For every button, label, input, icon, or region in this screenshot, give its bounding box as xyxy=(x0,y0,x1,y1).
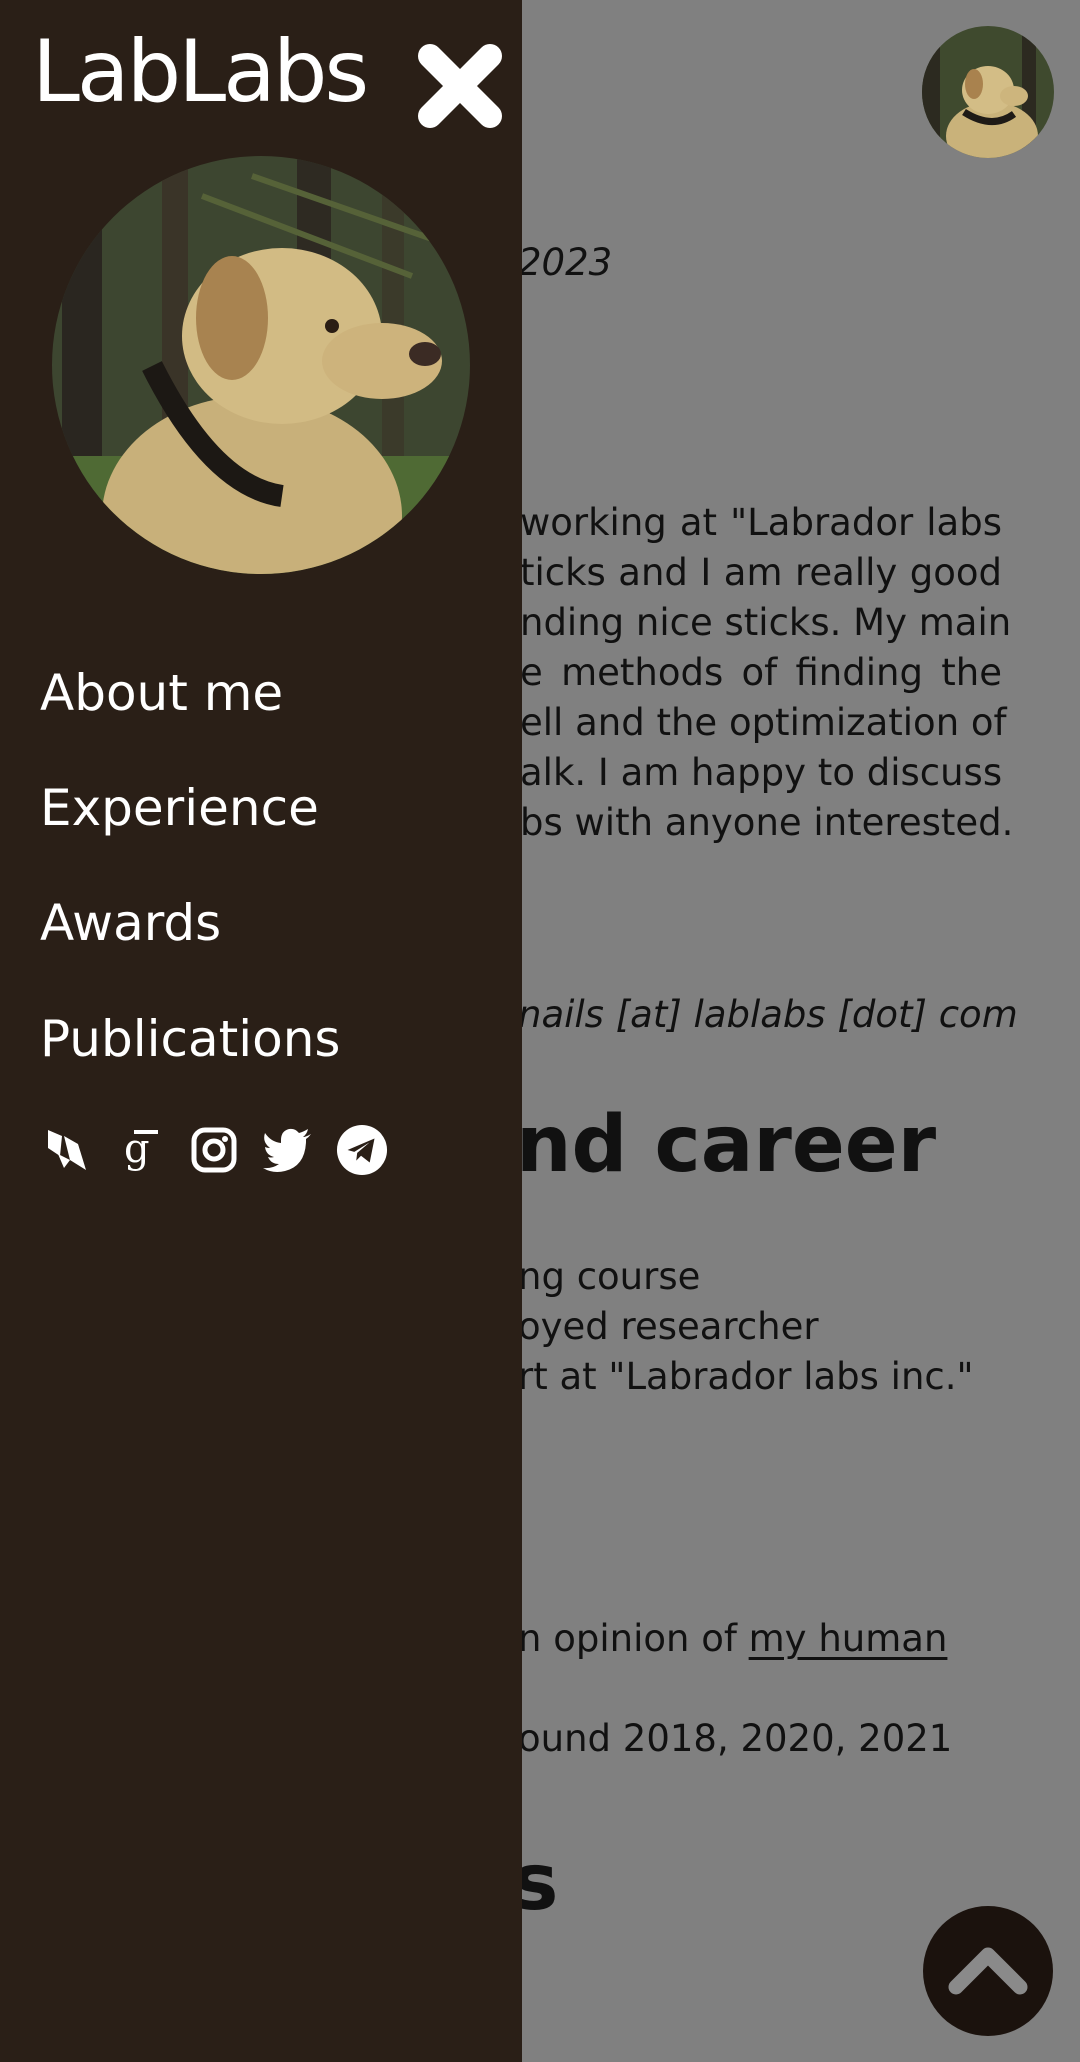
bio-line: bs with anyone interested. xyxy=(520,801,1014,844)
bio-paragraph: working at "Labrador labs ticks and I am… xyxy=(520,498,1014,848)
twitter-icon[interactable] xyxy=(262,1124,314,1176)
close-icon xyxy=(418,44,502,128)
award-line: n opinion of my human xyxy=(518,1614,947,1664)
my-human-link[interactable]: my human xyxy=(749,1617,948,1660)
close-button[interactable] xyxy=(412,38,508,134)
career-item: rt at "Labrador labs inc." xyxy=(518,1355,974,1398)
scroll-to-top-button[interactable] xyxy=(923,1906,1053,2036)
researchgate-icon[interactable] xyxy=(40,1124,92,1176)
header-avatar[interactable] xyxy=(922,26,1054,158)
bio-line: working at "Labrador labs xyxy=(520,501,1002,544)
bio-line: e methods of finding the xyxy=(520,651,1002,694)
career-item: oyed researcher xyxy=(518,1305,819,1348)
telegram-icon[interactable] xyxy=(336,1124,388,1176)
nav-experience[interactable]: Experience xyxy=(40,779,319,837)
career-item: ng course xyxy=(518,1255,701,1298)
site-logo[interactable]: LabLabs xyxy=(32,22,369,122)
chevron-up-icon xyxy=(948,1947,1028,1995)
nav-about-me[interactable]: About me xyxy=(40,664,283,722)
bio-line: alk. I am happy to discuss xyxy=(520,751,1003,794)
bio-line: nding nice sticks. My main xyxy=(520,601,1012,644)
email-text: nails [at] lablabs [dot] com xyxy=(518,993,1018,1036)
nav-drawer: LabLabs About me Experience Awards Publi… xyxy=(0,0,522,2062)
date-text: 2023 xyxy=(518,241,613,284)
career-heading: nd career xyxy=(516,1100,937,1190)
bio-line: ticks and I am really good xyxy=(520,551,1002,594)
profile-photo xyxy=(52,156,470,574)
social-links: g xyxy=(40,1124,388,1176)
award-years: ound 2018, 2020, 2021 xyxy=(518,1717,953,1760)
award-text: n opinion of xyxy=(518,1617,749,1660)
google-scholar-icon[interactable]: g xyxy=(114,1124,166,1176)
nav-awards[interactable]: Awards xyxy=(40,894,221,952)
bio-line: ell and the optimization of xyxy=(520,701,1007,744)
nav-publications[interactable]: Publications xyxy=(40,1010,340,1068)
instagram-icon[interactable] xyxy=(188,1124,240,1176)
